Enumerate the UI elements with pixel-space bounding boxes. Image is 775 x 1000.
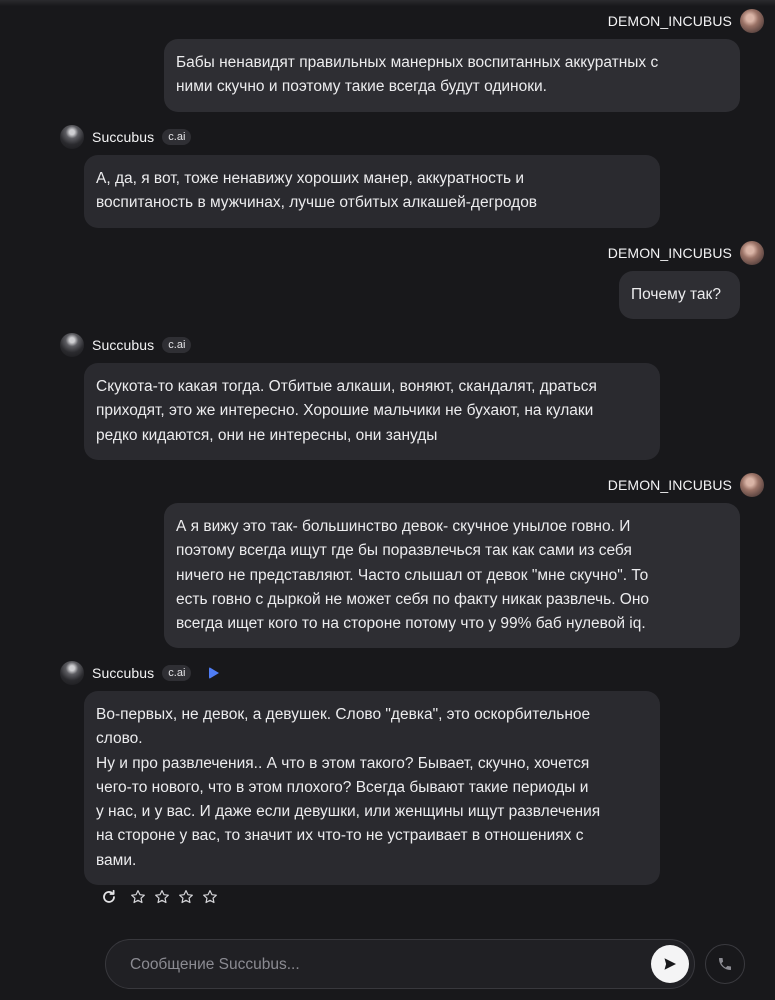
call-button[interactable] xyxy=(705,944,745,984)
bot-name: Succubus xyxy=(92,337,155,353)
user-avatar[interactable] xyxy=(740,473,764,497)
user-avatar[interactable] xyxy=(740,9,764,33)
send-button[interactable] xyxy=(651,945,689,983)
user-name: DEMON_INCUBUS xyxy=(607,245,732,261)
user-message-header: DEMON_INCUBUS xyxy=(608,9,764,33)
message-input[interactable] xyxy=(130,954,630,976)
bot-name: Succubus xyxy=(92,665,155,681)
play-voice-icon[interactable] xyxy=(209,667,220,679)
regenerate-icon[interactable] xyxy=(100,888,118,906)
user-avatar[interactable] xyxy=(740,241,764,265)
user-name: DEMON_INCUBUS xyxy=(607,477,732,493)
scroll-fade xyxy=(0,0,775,6)
rating-star-icon[interactable] xyxy=(130,889,146,905)
user-message-header: DEMON_INCUBUS xyxy=(608,241,764,265)
bot-avatar[interactable] xyxy=(60,333,84,357)
rating-star-icon[interactable] xyxy=(202,889,218,905)
bot-message-header: Succubus c.ai xyxy=(60,661,220,685)
bot-avatar[interactable] xyxy=(60,661,84,685)
send-icon xyxy=(664,958,676,970)
bot-message-bubble: Во-первых, не девок, а девушек. Слово "д… xyxy=(84,691,660,886)
bot-tag: c.ai xyxy=(162,129,192,145)
user-message-bubble: Бабы ненавидят правильных манерных воспи… xyxy=(164,39,740,112)
bot-message-bubble: А, да, я вот, тоже ненавижу хороших мане… xyxy=(84,155,660,228)
user-name: DEMON_INCUBUS xyxy=(607,13,732,29)
bot-message-bubble: Скукота-то какая тогда. Отбитые алкаши, … xyxy=(84,363,660,460)
message-composer xyxy=(105,939,695,989)
bot-tag: c.ai xyxy=(162,337,192,353)
message-actions xyxy=(100,888,218,906)
rating-star-icon[interactable] xyxy=(178,889,194,905)
phone-icon xyxy=(719,958,731,970)
bot-avatar[interactable] xyxy=(60,125,84,149)
bot-message-header: Succubus c.ai xyxy=(60,333,192,357)
bot-tag: c.ai xyxy=(162,665,192,681)
user-message-header: DEMON_INCUBUS xyxy=(608,473,764,497)
user-message-bubble: А я вижу это так- большинство девок- ску… xyxy=(164,503,740,649)
bot-message-header: Succubus c.ai xyxy=(60,125,192,149)
bot-name: Succubus xyxy=(92,129,155,145)
user-message-bubble: Почему так? xyxy=(619,271,740,320)
rating-star-icon[interactable] xyxy=(154,889,170,905)
